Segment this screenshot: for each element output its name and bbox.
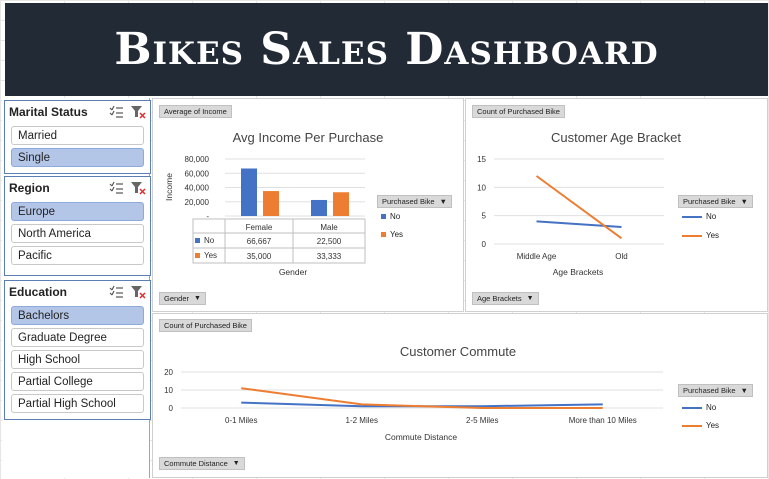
slicer-item-partial-college[interactable]: Partial College [11, 372, 144, 391]
slicer-item-europe[interactable]: Europe [11, 202, 144, 221]
slicer-panel: Marital Status Married Single Region Eur… [2, 98, 151, 478]
y-tick-label: - [206, 212, 209, 221]
age-chart-panel: Count of Purchased Bike Customer Age Bra… [465, 98, 768, 312]
dropdown-icon: ▼ [232, 460, 240, 467]
slicer-item-graduate-degree[interactable]: Graduate Degree [11, 328, 144, 347]
x-tick-label: 0-1 Miles [225, 416, 257, 425]
slicer-header: Marital Status [5, 101, 150, 123]
y-tick-label: 20 [164, 368, 173, 377]
commute-chart-panel: Count of Purchased Bike Customer Commute… [152, 313, 768, 478]
y-tick-label: 15 [477, 155, 486, 164]
legend-field-button[interactable]: Purchased Bike ▼ [678, 384, 753, 397]
dropdown-icon: ▼ [526, 295, 534, 302]
bar-yes-female[interactable] [263, 191, 279, 216]
legend-item-no: No [682, 403, 716, 412]
y-tick-label: 20,000 [185, 198, 210, 207]
y-tick-label: 5 [482, 212, 487, 221]
dashboard-banner: Bikes Sales Dashboard [5, 3, 768, 96]
y-tick-label: 60,000 [185, 169, 210, 178]
dropdown-icon: ▼ [439, 197, 447, 206]
legend-key-yes [195, 253, 200, 258]
clear-filter-icon[interactable] [130, 285, 146, 299]
legend-item-yes: Yes [381, 230, 403, 239]
x-axis-label: Gender [279, 267, 308, 277]
slicer-education: Education Bachelors Graduate Degree High… [4, 280, 151, 420]
legend-field-button[interactable]: Purchased Bike ▼ [377, 195, 452, 208]
bar-yes-male[interactable] [333, 192, 349, 216]
x-tick-label: Middle Age [517, 252, 557, 261]
slicer-item-partial-high-school[interactable]: Partial High School [11, 394, 144, 413]
dropdown-icon: ▼ [194, 295, 201, 302]
y-tick-label: 40,000 [185, 184, 210, 193]
series-line-yes[interactable] [535, 175, 623, 240]
table-cell: 33,333 [317, 252, 342, 261]
y-tick-label: 10 [164, 386, 173, 395]
bar-no-male[interactable] [311, 199, 327, 216]
slicer-region: Region Europe North America Pacific [4, 176, 151, 276]
y-tick-label: 10 [477, 183, 486, 192]
x-tick-label: More than 10 Miles [569, 416, 637, 425]
legend-item-yes: Yes [682, 421, 719, 430]
y-axis-label: Income [164, 173, 174, 201]
axis-field-button[interactable]: Commute Distance ▼ [159, 457, 245, 470]
x-tick-label: 1-2 Miles [346, 416, 378, 425]
x-tick-label: Old [615, 252, 627, 261]
axis-field-button[interactable]: Age Brackets ▼ [472, 292, 539, 305]
dropdown-icon: ▼ [740, 197, 748, 206]
table-cell: 66,667 [247, 237, 272, 246]
bar-no-female[interactable] [241, 168, 257, 216]
slicer-item-bachelors[interactable]: Bachelors [11, 306, 144, 325]
table-row-label: Yes [204, 251, 217, 260]
y-tick-label: 0 [169, 404, 174, 413]
slicer-title: Education [9, 285, 68, 299]
axis-field-button[interactable]: Gender ▼ [159, 292, 206, 305]
income-chart-panel: Average of Income Avg Income Per Purchas… [152, 98, 464, 312]
x-axis-label: Commute Distance [385, 432, 458, 442]
multi-select-icon[interactable] [108, 285, 124, 299]
category-label: Male [320, 223, 338, 232]
slicer-item-north-america[interactable]: North America [11, 224, 144, 243]
slicer-marital-status: Marital Status Married Single [4, 100, 151, 174]
legend-item-yes: Yes [682, 231, 719, 240]
legend-item-no: No [682, 212, 716, 221]
legend-item-no: No [381, 212, 400, 221]
multi-select-icon[interactable] [108, 181, 124, 195]
category-label: Female [246, 223, 273, 232]
y-tick-label: 80,000 [185, 155, 210, 164]
slicer-item-married[interactable]: Married [11, 126, 144, 145]
legend-key-no [195, 238, 200, 243]
clear-filter-icon[interactable] [130, 181, 146, 195]
x-axis-label: Age Brackets [553, 267, 604, 277]
slicer-item-pacific[interactable]: Pacific [11, 246, 144, 265]
dropdown-icon: ▼ [740, 386, 748, 395]
table-row-label: No [204, 236, 215, 245]
multi-select-icon[interactable] [108, 105, 124, 119]
legend-field-button[interactable]: Purchased Bike ▼ [678, 195, 753, 208]
dashboard-title: Bikes Sales Dashboard [114, 24, 659, 75]
slicer-header: Region [5, 177, 150, 199]
clear-filter-icon[interactable] [130, 105, 146, 119]
table-cell: 22,500 [317, 237, 342, 246]
y-tick-label: 0 [482, 240, 487, 249]
x-tick-label: 2-5 Miles [466, 416, 498, 425]
slicer-header: Education [5, 281, 150, 303]
slicer-item-single[interactable]: Single [11, 148, 144, 167]
series-line-no[interactable] [536, 220, 622, 228]
slicer-item-high-school[interactable]: High School [11, 350, 144, 369]
slicer-title: Marital Status [9, 105, 88, 119]
slicer-title: Region [9, 181, 50, 195]
table-cell: 35,000 [247, 252, 272, 261]
commute-chart: 20 10 0 0-1 Miles 1-2 Miles 2-5 Miles More th… [164, 368, 663, 442]
